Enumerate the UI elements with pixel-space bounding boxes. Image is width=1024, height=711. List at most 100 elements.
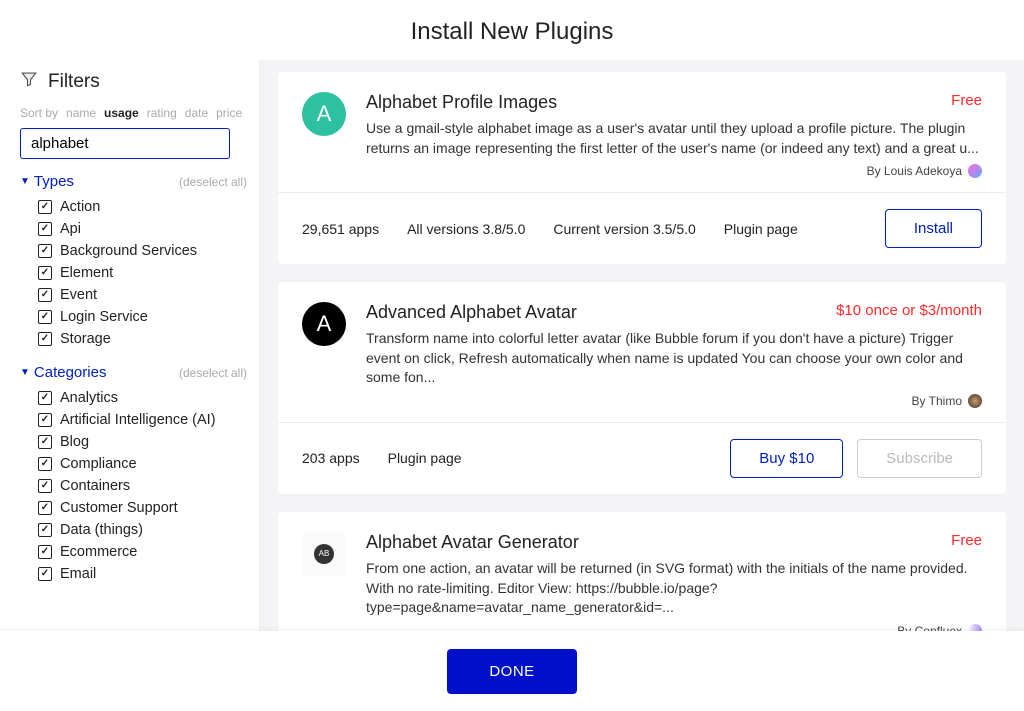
types-toggle[interactable]: ▼ Types	[20, 173, 74, 190]
filter-item-label: Compliance	[60, 456, 137, 472]
checkbox-icon: ✓	[38, 244, 52, 258]
plugin-stat: 29,651 apps	[302, 221, 379, 237]
filter-item-label: Email	[60, 566, 96, 582]
plugin-logo: AB	[302, 532, 346, 576]
plugin-card: A Advanced Alphabet Avatar $10 once or $3/…	[278, 282, 1006, 494]
checkbox-icon: ✓	[38, 501, 52, 515]
filter-group-categories: ▼ Categories (deselect all) ✓ Analytics ✓ A…	[20, 364, 247, 585]
author-avatar-icon	[968, 164, 982, 178]
sort-name[interactable]: name	[66, 106, 96, 120]
caret-down-icon: ▼	[20, 176, 30, 187]
plugin-card: A Alphabet Profile Images Free Use a gmail-…	[278, 72, 1006, 264]
filter-item-label: Ecommerce	[60, 544, 137, 560]
plugin-description: Transform name into colorful letter avat…	[366, 329, 982, 388]
plugin-stat: All versions 3.8/5.0	[407, 221, 525, 237]
plugin-description: From one action, an avatar will be retur…	[366, 559, 982, 618]
sort-row: Sort by name usage rating date price	[20, 106, 247, 120]
filter-item[interactable]: ✓ Blog	[20, 431, 247, 453]
checkbox-icon: ✓	[38, 391, 52, 405]
sort-by-label: Sort by	[20, 106, 58, 120]
funnel-icon	[20, 70, 38, 94]
filter-item[interactable]: ✓ Storage	[20, 328, 247, 350]
filter-item-label: Storage	[60, 331, 111, 347]
checkbox-icon: ✓	[38, 332, 52, 346]
filter-item[interactable]: ✓ Containers	[20, 475, 247, 497]
plugin-price: $10 once or $3/month	[836, 302, 982, 319]
plugin-description: Use a gmail-style alphabet image as a us…	[366, 119, 982, 158]
filter-item[interactable]: ✓ Customer Support	[20, 497, 247, 519]
checkbox-icon: ✓	[38, 222, 52, 236]
install-button[interactable]: Install	[885, 209, 982, 248]
search-input[interactable]	[20, 128, 230, 159]
filter-item-label: Artificial Intelligence (AI)	[60, 412, 216, 428]
plugin-name[interactable]: Advanced Alphabet Avatar	[366, 302, 577, 323]
filter-item-label: Element	[60, 265, 113, 281]
plugin-logo: A	[302, 302, 346, 346]
filter-item[interactable]: ✓ Api	[20, 218, 247, 240]
filter-item[interactable]: ✓ Email	[20, 563, 247, 585]
filters-header: Filters	[20, 70, 247, 94]
checkbox-icon: ✓	[38, 567, 52, 581]
checkbox-icon: ✓	[38, 266, 52, 280]
types-deselect-all[interactable]: (deselect all)	[179, 175, 247, 189]
filter-item-label: Customer Support	[60, 500, 178, 516]
plugin-name[interactable]: Alphabet Profile Images	[366, 92, 557, 113]
sort-date[interactable]: date	[185, 106, 208, 120]
filter-item-label: Login Service	[60, 309, 148, 325]
sort-price[interactable]: price	[216, 106, 242, 120]
filter-item-label: Analytics	[60, 390, 118, 406]
filter-item[interactable]: ✓ Background Services	[20, 240, 247, 262]
buy-10-button[interactable]: Buy $10	[730, 439, 843, 478]
filters-label: Filters	[48, 71, 100, 93]
checkbox-icon: ✓	[38, 413, 52, 427]
types-title: Types	[34, 173, 74, 190]
page-title: Install New Plugins	[0, 0, 1024, 60]
checkbox-icon: ✓	[38, 545, 52, 559]
categories-title: Categories	[34, 364, 107, 381]
filter-item[interactable]: ✓ Ecommerce	[20, 541, 247, 563]
checkbox-icon: ✓	[38, 435, 52, 449]
filter-item-label: Action	[60, 199, 100, 215]
plugin-results: A Alphabet Profile Images Free Use a gmail-…	[260, 60, 1024, 675]
checkbox-icon: ✓	[38, 200, 52, 214]
plugin-name[interactable]: Alphabet Avatar Generator	[366, 532, 579, 553]
filter-item-label: Api	[60, 221, 81, 237]
filter-item-label: Event	[60, 287, 97, 303]
filter-item[interactable]: ✓ Event	[20, 284, 247, 306]
filter-item[interactable]: ✓Login Service	[20, 306, 247, 328]
filter-group-types: ▼ Types (deselect all) ✓ Action ✓ Api ✓ Backg…	[20, 173, 247, 350]
filter-item[interactable]: ✓ Compliance	[20, 453, 247, 475]
caret-down-icon: ▼	[20, 367, 30, 378]
subscribe-button[interactable]: Subscribe	[857, 439, 982, 478]
done-button[interactable]: DONE	[447, 649, 576, 694]
filters-sidebar: Filters Sort by name usage rating date p…	[0, 60, 260, 675]
plugin-stat[interactable]: Plugin page	[724, 221, 798, 237]
plugin-price: Free	[951, 92, 982, 109]
filter-item[interactable]: ✓ Artificial Intelligence (AI)	[20, 409, 247, 431]
filter-item[interactable]: ✓ Action	[20, 196, 247, 218]
plugin-author[interactable]: By Louis Adekoya	[366, 164, 982, 178]
checkbox-icon: ✓	[38, 523, 52, 537]
plugin-author[interactable]: By Thimo	[366, 394, 982, 408]
categories-toggle[interactable]: ▼ Categories	[20, 364, 106, 381]
filter-item-label: Containers	[60, 478, 130, 494]
filter-item[interactable]: ✓ Analytics	[20, 387, 247, 409]
filter-item[interactable]: ✓ Data (things)	[20, 519, 247, 541]
main-container: Filters Sort by name usage rating date p…	[0, 60, 1024, 675]
categories-deselect-all[interactable]: (deselect all)	[179, 366, 247, 380]
plugin-stat[interactable]: Plugin page	[388, 450, 462, 466]
filter-item-label: Background Services	[60, 243, 197, 259]
checkbox-icon: ✓	[38, 457, 52, 471]
checkbox-icon: ✓	[38, 479, 52, 493]
sort-usage[interactable]: usage	[104, 106, 139, 120]
checkbox-icon: ✓	[38, 288, 52, 302]
filter-item[interactable]: ✓ Element	[20, 262, 247, 284]
plugin-stat: Current version 3.5/5.0	[553, 221, 695, 237]
sort-rating[interactable]: rating	[147, 106, 177, 120]
filter-item-label: Blog	[60, 434, 89, 450]
author-avatar-icon	[968, 394, 982, 408]
footer-bar: DONE	[0, 631, 1024, 711]
plugin-price: Free	[951, 532, 982, 549]
plugin-logo: A	[302, 92, 346, 136]
filter-item-label: Data (things)	[60, 522, 143, 538]
